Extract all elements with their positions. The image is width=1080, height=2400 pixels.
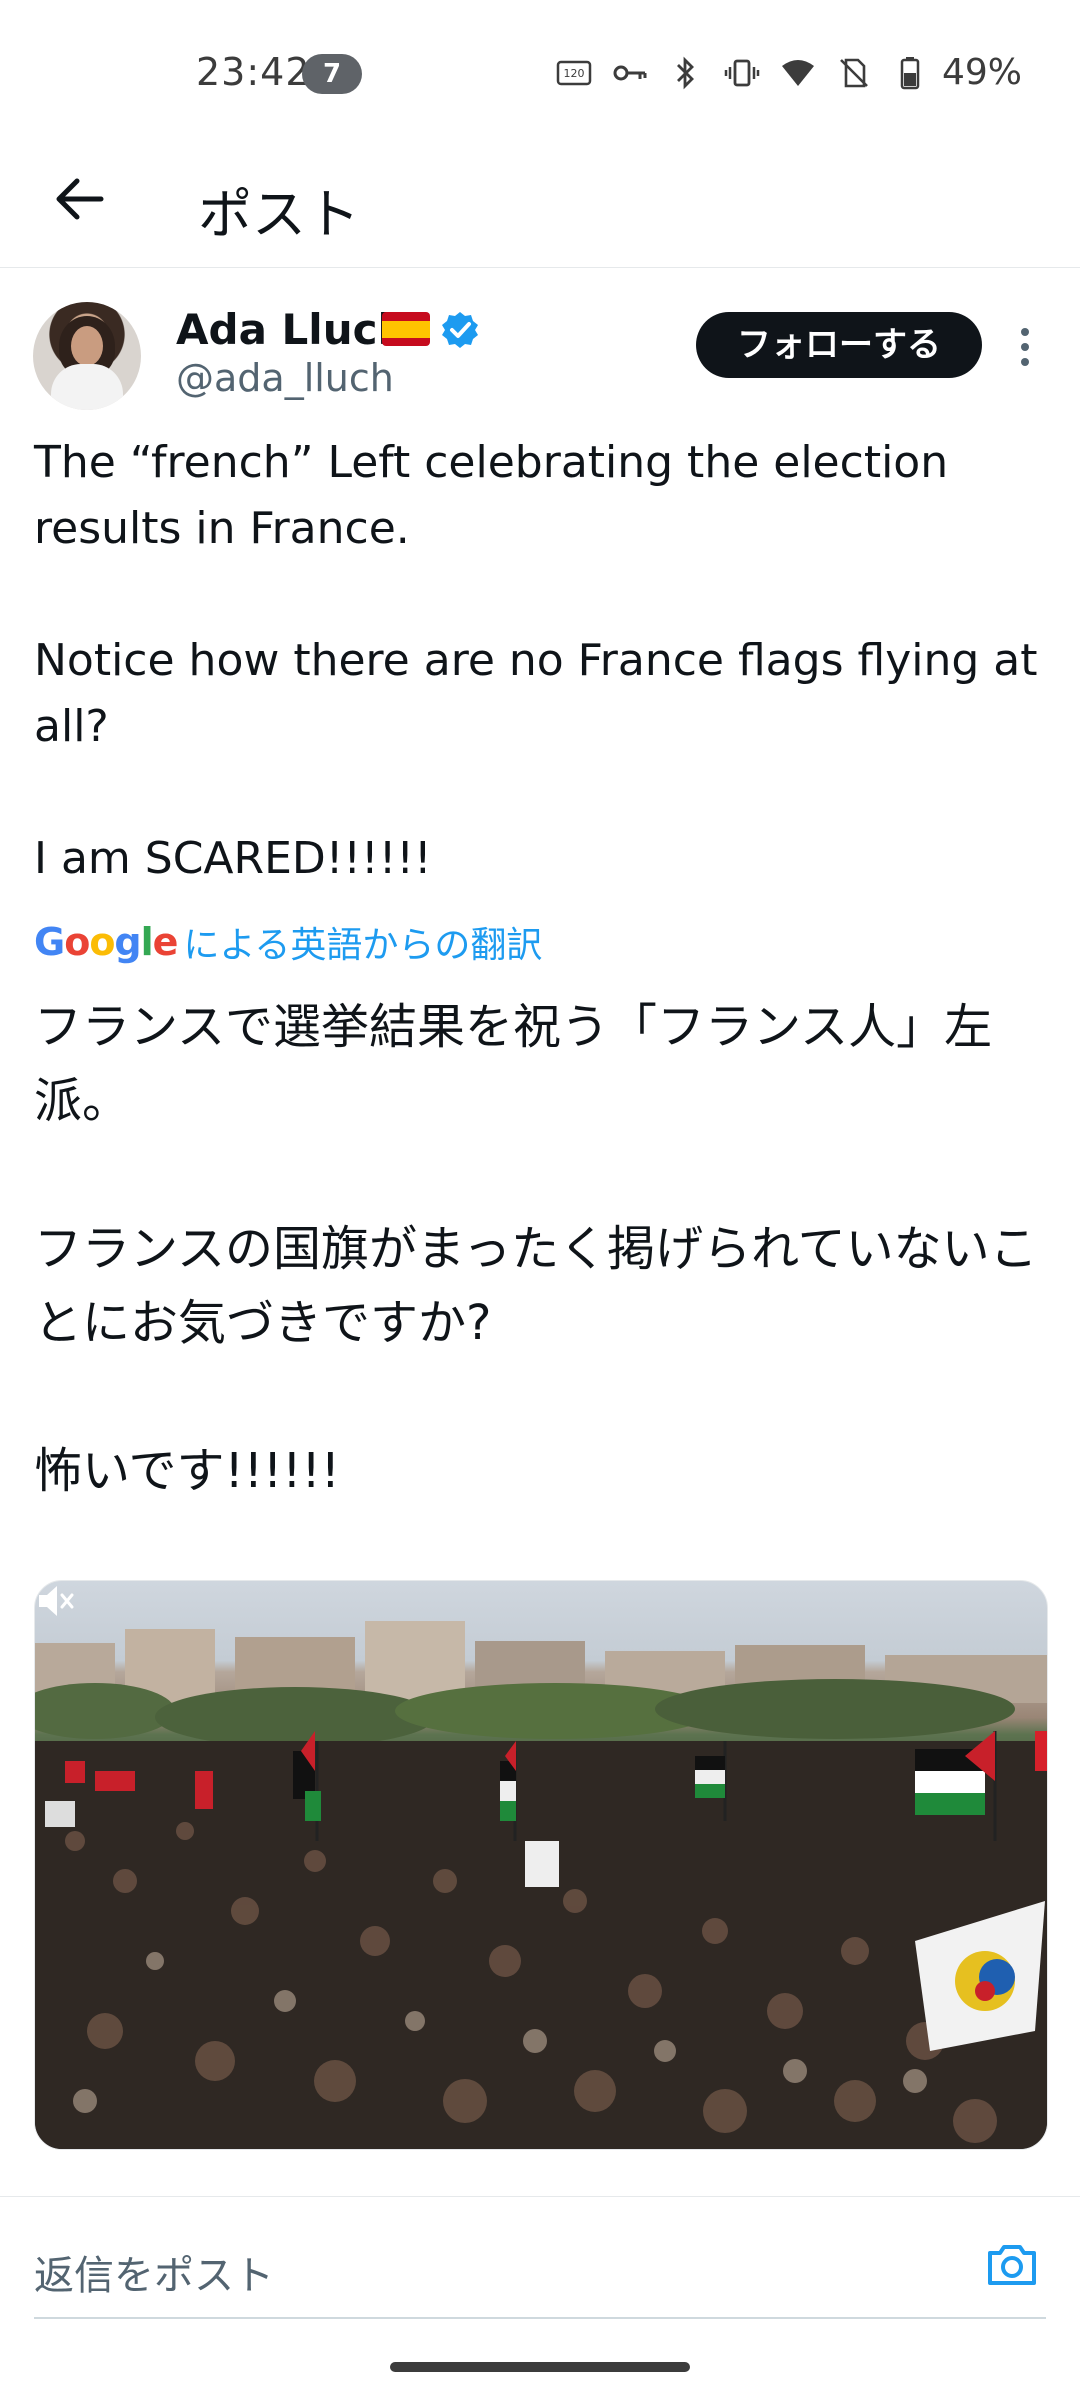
tweet-paragraph: Notice how there are no France flags fly… [34,635,1038,752]
tweet-text: The “french” Left celebrating the electi… [34,430,1044,892]
vpn-key-icon [612,55,648,91]
translated-text: フランスで選挙結果を祝う「フランス人」左派。 フランスの国旗がまったく掲げられて… [34,990,1044,1508]
translation-attribution[interactable]: Google による英語からの翻訳 [34,916,542,968]
tweet-paragraph: The “french” Left celebrating the electi… [34,437,949,554]
more-options-icon[interactable] [1010,322,1040,372]
translated-paragraph: フランスで選挙結果を祝う「フランス人」左派。 [34,999,993,1129]
translation-label: による英語からの翻訳 [183,925,543,966]
camera-icon[interactable] [984,2237,1040,2293]
author-handle[interactable]: @ada_lluch [176,356,394,400]
reply-underline [34,2317,1046,2319]
video-thumbnail [35,1621,1047,2149]
status-time: 23:42 [196,50,311,94]
translated-paragraph: 怖いです!!!!!! [34,1443,341,1499]
spain-flag-icon [382,312,430,346]
refresh-rate-icon: 120 [556,55,592,91]
svg-text:120: 120 [563,67,584,80]
arrow-left-icon [56,178,104,220]
home-indicator[interactable] [390,2362,690,2372]
page-title: ポスト [198,183,360,246]
battery-percent: 49% [941,52,1022,93]
translated-paragraph: フランスの国旗がまったく掲げられていないことにお気づきですか? [34,1221,1038,1351]
author-name[interactable]: Ada Lluch [176,305,407,354]
no-sim-icon [836,55,872,91]
avatar[interactable] [33,302,141,410]
video-player[interactable] [34,1580,1048,2150]
wifi-icon [780,55,816,91]
notification-count-badge: 7 [302,54,362,94]
vibrate-icon [724,55,760,91]
battery-icon [892,55,928,91]
tweet-paragraph: I am SCARED!!!!!! [34,833,432,884]
post-detail-screen: 23:42 7 120 49% ポスト Ada Lluch @ada_lluch… [0,0,1080,2400]
reply-input[interactable]: 返信をポスト [34,2243,274,2301]
back-button[interactable] [44,164,114,234]
verified-badge-icon [442,312,478,348]
status-icons: 120 49% [556,52,1022,93]
bluetooth-icon [668,55,704,91]
speaker-muted-icon[interactable] [35,1581,75,1621]
reply-bar: 返信をポスト [0,2196,1080,2336]
google-logo: Google [34,920,178,964]
app-header: ポスト [0,140,1080,268]
status-bar: 23:42 7 120 49% [0,0,1080,140]
follow-button[interactable]: フォローする [696,312,982,378]
